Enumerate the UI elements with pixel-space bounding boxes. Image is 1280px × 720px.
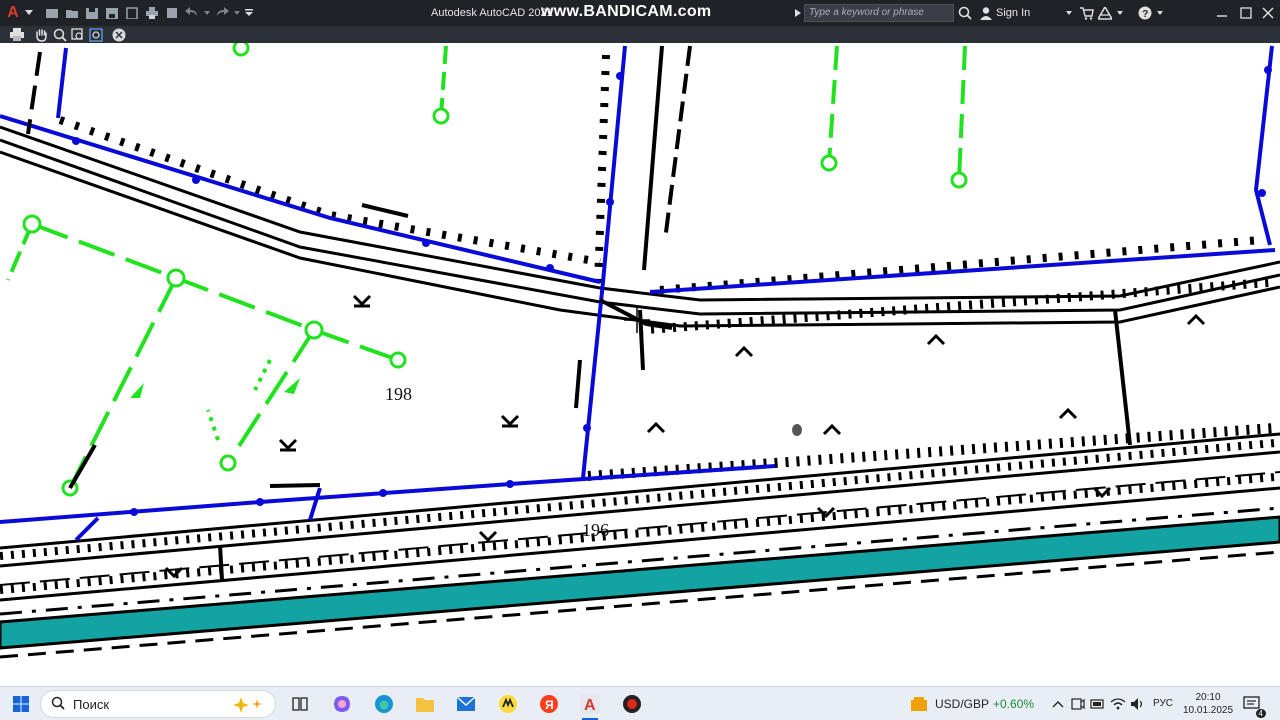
currency-ticker-label[interactable]: USD/GBP bbox=[935, 697, 989, 711]
app-title: Autodesk AutoCAD 2021 bbox=[431, 7, 553, 19]
edge-icon[interactable] bbox=[372, 692, 396, 716]
undo-icon[interactable] bbox=[184, 3, 200, 23]
cart-icon[interactable] bbox=[1079, 3, 1095, 23]
sign-in-link[interactable]: Sign In bbox=[996, 7, 1030, 19]
svg-text:Я: Я bbox=[545, 698, 554, 712]
taskbar-search[interactable]: Поиск bbox=[40, 690, 276, 718]
system-clock[interactable]: 20:10 10.01.2025 bbox=[1183, 691, 1233, 717]
pan-hand-icon[interactable] bbox=[33, 27, 48, 42]
yandex-market-icon[interactable] bbox=[496, 692, 520, 716]
mail-icon[interactable] bbox=[454, 692, 478, 716]
zoom-extents-icon[interactable] bbox=[88, 27, 103, 42]
dashed-line-lower bbox=[0, 550, 1280, 659]
elevation-label-198: 198 bbox=[385, 384, 412, 404]
elevation-label-196: 196 bbox=[582, 520, 609, 540]
bandicam-record-icon[interactable] bbox=[620, 692, 644, 716]
slope-markers bbox=[164, 294, 1206, 579]
autocad-logo-icon[interactable]: A bbox=[4, 3, 22, 23]
redo-dropdown-icon[interactable] bbox=[232, 3, 242, 23]
ticker-icon[interactable] bbox=[908, 692, 930, 716]
cursor-crosshair-icon bbox=[624, 307, 650, 333]
print-icon[interactable] bbox=[9, 27, 24, 42]
title-bar: A Autodesk AutoCAD 2021 www.BANDICAM.com bbox=[0, 0, 1280, 26]
task-view-icon[interactable] bbox=[289, 692, 311, 716]
meet-now-icon[interactable] bbox=[1070, 692, 1086, 716]
drawing-canvas[interactable]: 198 196 bbox=[0, 43, 1280, 686]
dashed-line-mid bbox=[0, 506, 1280, 616]
save-as-icon[interactable] bbox=[104, 3, 120, 23]
open-icon[interactable] bbox=[64, 3, 80, 23]
viewer-toolstrip bbox=[0, 26, 1280, 43]
currency-ticker-value[interactable]: +0.60% bbox=[993, 697, 1034, 711]
zoom-icon[interactable] bbox=[52, 27, 67, 42]
wifi-icon[interactable] bbox=[1110, 692, 1126, 716]
search-input[interactable]: Type a keyword or phrase bbox=[804, 4, 954, 22]
svg-text:A: A bbox=[584, 697, 596, 714]
yandex-browser-icon[interactable]: Я bbox=[537, 692, 561, 716]
qat-dropdown-icon[interactable] bbox=[244, 3, 254, 23]
open-web-icon[interactable] bbox=[124, 3, 140, 23]
help-icon[interactable]: ? bbox=[1137, 3, 1153, 23]
clock-time: 20:10 bbox=[1195, 692, 1221, 703]
autodesk-a360-icon[interactable] bbox=[1097, 3, 1113, 23]
zoom-window-icon[interactable] bbox=[70, 27, 85, 42]
taskbar-search-label: Поиск bbox=[73, 696, 110, 712]
help-dropdown-icon[interactable] bbox=[1155, 3, 1165, 23]
maximize-icon[interactable] bbox=[1238, 3, 1254, 23]
svg-text:?: ? bbox=[1142, 9, 1148, 20]
undo-dropdown-icon[interactable] bbox=[202, 3, 212, 23]
chevron-up-icon[interactable] bbox=[1050, 692, 1066, 716]
dropdown-icon[interactable] bbox=[1064, 3, 1074, 23]
minimize-icon[interactable] bbox=[1214, 3, 1230, 23]
battery-icon[interactable] bbox=[1090, 692, 1106, 716]
a360-dropdown-icon[interactable] bbox=[1115, 3, 1125, 23]
pan-cursor-icon bbox=[792, 424, 802, 436]
autocad-icon[interactable]: A bbox=[578, 692, 602, 716]
user-icon[interactable] bbox=[978, 3, 994, 23]
save-icon[interactable] bbox=[84, 3, 100, 23]
search-icon[interactable] bbox=[957, 3, 973, 23]
start-icon[interactable] bbox=[10, 692, 32, 716]
plot-preview-icon[interactable] bbox=[164, 3, 180, 23]
redo-icon[interactable] bbox=[214, 3, 230, 23]
copilot-sparkle-icon bbox=[231, 695, 267, 718]
close-icon[interactable] bbox=[1260, 3, 1276, 23]
bandicam-watermark: www.BANDICAM.com bbox=[541, 3, 712, 20]
notification-count: 4 bbox=[1255, 709, 1266, 718]
plot-icon[interactable] bbox=[144, 3, 160, 23]
close-viewer-icon[interactable] bbox=[111, 27, 126, 42]
input-language[interactable]: РУС bbox=[1153, 698, 1173, 709]
app-menu-dropdown-icon[interactable] bbox=[24, 3, 34, 23]
upper-road bbox=[0, 125, 1280, 328]
windows-taskbar: Поиск Я A USD/GBP +0.60% РУС 20:10 10.01… bbox=[0, 686, 1280, 720]
notification-icon[interactable]: 4 bbox=[1242, 692, 1266, 718]
clock-date: 10.01.2025 bbox=[1183, 705, 1234, 716]
new-file-icon[interactable] bbox=[44, 3, 60, 23]
volume-icon[interactable] bbox=[1130, 692, 1146, 716]
file-explorer-icon[interactable] bbox=[413, 692, 437, 716]
search-icon bbox=[51, 696, 65, 713]
copilot-icon[interactable] bbox=[330, 692, 354, 716]
expand-icon[interactable] bbox=[793, 3, 803, 23]
